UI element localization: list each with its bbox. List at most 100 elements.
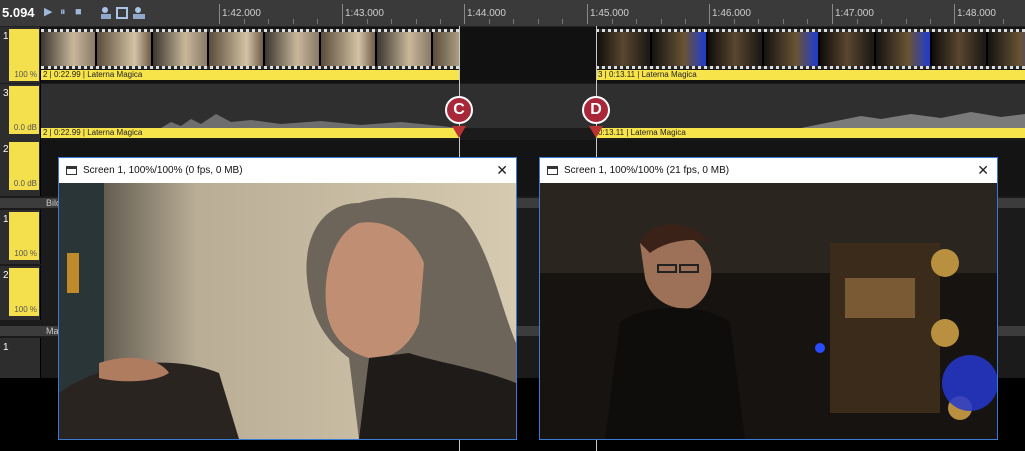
audio-waveform (161, 112, 1025, 128)
ruler-tick-label: 1:44.000 (467, 8, 506, 19)
video-frame-left (59, 183, 516, 439)
track-number: 2 (3, 144, 9, 155)
film-thumbnail (820, 32, 876, 66)
preview-window-left[interactable]: Screen 1, 100%/100% (0 fps, 0 MB) ✕ (58, 157, 517, 440)
track-header-2[interactable]: 2 0.0 dB (0, 140, 41, 196)
close-icon[interactable]: ✕ (496, 162, 508, 179)
video-still-woman-projector (540, 183, 997, 439)
window-icon (547, 166, 558, 175)
ruler-minor-tick (807, 19, 808, 24)
track-header-video-1[interactable]: 1 100 % (0, 27, 41, 83)
track-number: 1 (3, 214, 9, 225)
clip-label[interactable]: 2 | 0:22.99 | Laterna Magica (41, 128, 459, 138)
audio-lane[interactable] (41, 84, 1025, 128)
track-level-box[interactable]: 100 % (9, 29, 39, 81)
film-thumbnail (153, 32, 209, 66)
timecode-display: 5.094 (2, 5, 35, 20)
ruler-minor-tick (857, 19, 858, 24)
film-thumbnail (764, 32, 820, 66)
film-thumbnail (876, 32, 932, 66)
ruler-tick-line (954, 4, 955, 24)
ruler-minor-tick (244, 19, 245, 24)
clip-label[interactable]: 0:13.11 | Laterna Magica (596, 128, 1025, 138)
track-header-sub-2[interactable]: 2 100 % (0, 266, 41, 320)
film-thumbnail (596, 32, 652, 66)
ruler-minor-tick (562, 19, 563, 24)
clip-label[interactable]: 2 | 0:22.99 | Laterna Magica (41, 70, 459, 80)
timeline-ruler[interactable]: 5.094 ▶ ⏸ ■ 1:42.000 1:43.000 1:44.000 1:45… (0, 0, 1025, 27)
track-percent: 100 % (14, 305, 37, 314)
track-level-box[interactable]: 0.0 dB (9, 86, 39, 134)
film-thumbnail (265, 32, 321, 66)
stop-icon[interactable]: ■ (75, 6, 85, 18)
ruler-minor-tick (685, 19, 686, 24)
ruler-tick-line (464, 4, 465, 24)
ruler-minor-tick (783, 19, 784, 24)
film-thumbnail (41, 32, 97, 66)
ruler-minor-tick (440, 19, 441, 24)
video-frame-right (540, 183, 997, 439)
ruler-minor-tick (930, 19, 931, 24)
ruler-minor-tick (367, 19, 368, 24)
track-number: 2 (3, 270, 9, 281)
film-thumbnail (377, 32, 433, 66)
clip-label[interactable]: 3 | 0:13.11 | Laterna Magica (596, 70, 1025, 80)
ruler-tick-label: 1:46.000 (712, 8, 751, 19)
ruler-minor-tick (979, 19, 980, 24)
film-thumbnail (97, 32, 153, 66)
video-still-old-man (59, 183, 516, 439)
marker-d-arrow (589, 126, 603, 138)
ruler-tick-line (342, 4, 343, 24)
pause-icon[interactable]: ⏸ (60, 6, 70, 18)
ruler-minor-tick (513, 19, 514, 24)
group-label: Ma (46, 326, 59, 336)
film-thumbnail (708, 32, 764, 66)
film-thumbnail (209, 32, 265, 66)
ruler-tick-label: 1:45.000 (590, 8, 629, 19)
tool-icon-3[interactable] (132, 6, 146, 20)
film-thumbnail (321, 32, 377, 66)
track-percent: 100 % (14, 70, 37, 79)
ruler-minor-tick (906, 19, 907, 24)
marker-d[interactable]: D (582, 96, 610, 124)
marker-c[interactable]: C (445, 96, 473, 124)
tool-icon-2[interactable] (116, 6, 128, 20)
track-level: 0.0 dB (13, 123, 37, 132)
ruler-minor-tick (416, 19, 417, 24)
film-thumbnail (932, 32, 988, 66)
ruler-minor-tick (293, 19, 294, 24)
ruler-minor-tick (636, 19, 637, 24)
video-clip-left[interactable] (41, 29, 459, 69)
track-percent: 100 % (14, 249, 37, 258)
ruler-tick-line (709, 4, 710, 24)
tool-icon-1[interactable] (100, 6, 112, 20)
ruler-minor-tick (391, 19, 392, 24)
track-level-box[interactable]: 100 % (9, 212, 39, 260)
track-number: 1 (3, 31, 9, 42)
preview-window-right[interactable]: Screen 1, 100%/100% (21 fps, 0 MB) ✕ (539, 157, 998, 440)
play-icon[interactable]: ▶ (44, 6, 54, 18)
window-titlebar[interactable]: Screen 1, 100%/100% (0 fps, 0 MB) ✕ (59, 158, 516, 183)
ruler-minor-tick (881, 19, 882, 24)
track-number: 1 (3, 342, 9, 353)
video-clip-right[interactable] (596, 29, 1025, 69)
track-header-audio-3[interactable]: 3 0.0 dB (0, 84, 41, 140)
ruler-minor-tick (612, 19, 613, 24)
ruler-tick-label: 1:47.000 (835, 8, 874, 19)
window-titlebar[interactable]: Screen 1, 100%/100% (21 fps, 0 MB) ✕ (540, 158, 997, 183)
ruler-tick-line (587, 4, 588, 24)
ruler-minor-tick (1003, 19, 1004, 24)
track-level-box[interactable]: 100 % (9, 268, 39, 316)
close-icon[interactable]: ✕ (977, 162, 989, 179)
ruler-minor-tick (734, 19, 735, 24)
ruler-minor-tick (661, 19, 662, 24)
track-level: 0.0 dB (13, 179, 37, 188)
ruler-tick-label: 1:42.000 (222, 8, 261, 19)
ruler-minor-tick (758, 19, 759, 24)
window-title: Screen 1, 100%/100% (0 fps, 0 MB) (83, 165, 243, 176)
film-thumbnail (988, 32, 1025, 66)
track-header-sub-1[interactable]: 1 100 % (0, 210, 41, 264)
film-thumbnail (433, 32, 459, 66)
track-header-sub-3[interactable]: 1 (0, 338, 41, 378)
track-level-box[interactable]: 0.0 dB (9, 142, 39, 190)
